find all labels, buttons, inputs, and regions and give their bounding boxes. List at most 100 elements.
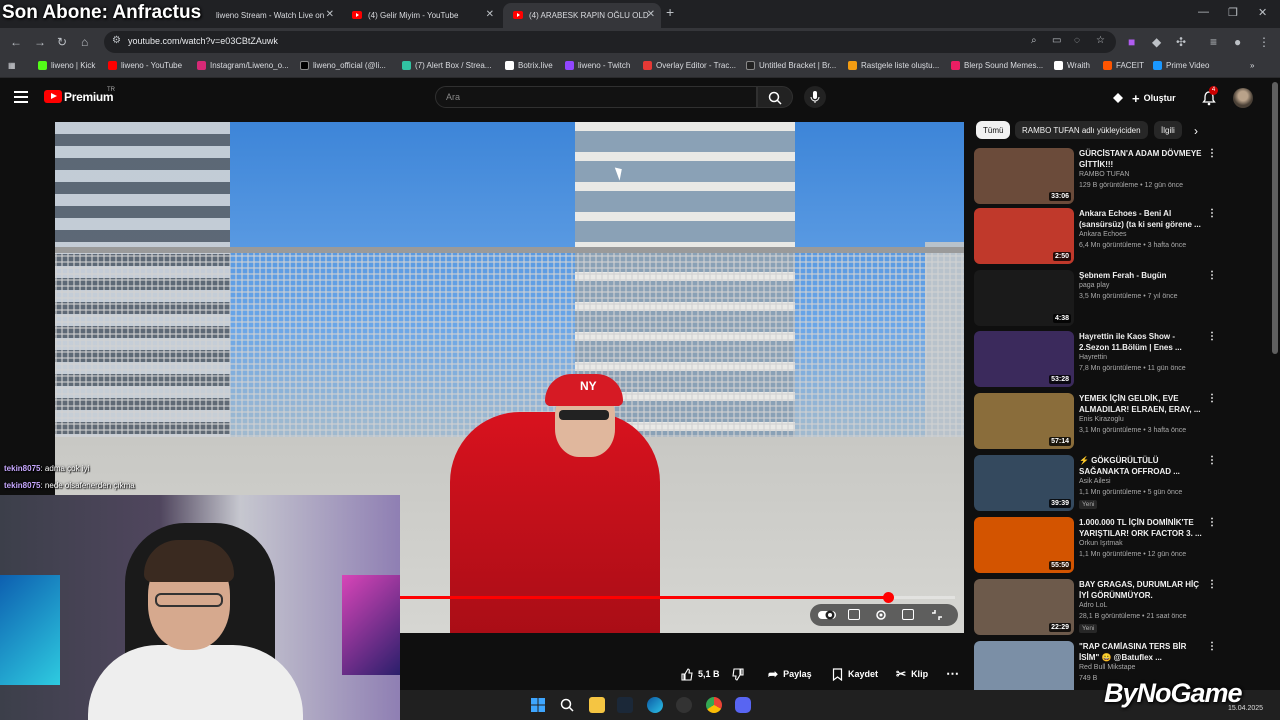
miniplayer-icon[interactable] <box>902 609 914 620</box>
browser-tab-active[interactable]: (4) ARABESK RAPIN OĞLU OLD ✕ <box>503 3 661 28</box>
recommendation-card[interactable]: 57:14 YEMEK İÇİN GELDİK, EVE ALMADILAR! E… <box>974 393 1224 451</box>
video-title[interactable]: Hayrettin ile Kaos Show - 2.Sezon 11.Böl… <box>1079 331 1204 353</box>
kebab-menu-icon[interactable]: ⋮ <box>1207 148 1217 159</box>
apps-grid-icon[interactable]: ▦ <box>8 61 16 70</box>
settings-gear-icon[interactable] <box>874 608 888 622</box>
more-actions-icon[interactable]: ⋯ <box>946 664 959 684</box>
bookmark-item[interactable]: Wraith <box>1054 61 1090 70</box>
steam-icon[interactable] <box>617 697 633 713</box>
voice-search-button[interactable] <box>804 86 826 108</box>
profile-icon[interactable]: ● <box>1234 35 1241 49</box>
channel-name[interactable]: Ankara Echoes <box>1079 231 1126 238</box>
new-tab-button[interactable]: + <box>666 4 674 20</box>
extensions-puzzle-icon[interactable]: ✣ <box>1176 35 1186 49</box>
bookmark-item[interactable]: FACEIT <box>1103 61 1144 70</box>
file-explorer-icon[interactable] <box>589 697 605 713</box>
channel-name[interactable]: paga play <box>1079 282 1109 289</box>
recommendation-card[interactable]: 55:50 1.000.000 TL İÇİN DOMİNİK'TE YARIŞT… <box>974 517 1224 575</box>
chrome-icon[interactable] <box>706 697 722 713</box>
eye-off-icon[interactable]: ◌ <box>1074 35 1080 46</box>
back-icon[interactable]: ← <box>10 35 22 49</box>
bookmark-item[interactable]: Blerp Sound Memes... <box>951 61 1043 70</box>
bookmark-item[interactable]: Instagram/Liweno_o... <box>197 61 289 70</box>
home-icon[interactable]: ⌂ <box>81 35 88 49</box>
kebab-menu-icon[interactable]: ⋮ <box>1207 208 1217 219</box>
search-input[interactable]: Ara <box>435 86 757 108</box>
more-bookmarks-icon[interactable]: » <box>1250 61 1254 70</box>
recommendation-card[interactable]: 39:39 ⚡ GÖKGÜRÜLTÜLÜ SAĞANAKTA OFFROAD ..… <box>974 455 1224 513</box>
progress-scrubber-handle[interactable] <box>883 592 894 603</box>
close-tab-icon[interactable]: ✕ <box>647 9 655 20</box>
bookmark-item[interactable]: (7) Alert Box / Strea... <box>402 61 491 70</box>
share-button[interactable]: ➦ Paylaş <box>768 664 812 684</box>
channel-name[interactable]: Hayrettin <box>1079 354 1107 361</box>
forward-icon[interactable]: → <box>34 35 46 49</box>
youtube-logo-icon[interactable] <box>44 90 62 103</box>
autoplay-toggle-icon[interactable] <box>818 609 836 621</box>
bookmark-star-icon[interactable]: ☆ <box>1096 35 1105 46</box>
account-avatar[interactable] <box>1233 88 1253 108</box>
app-icon[interactable] <box>676 697 692 713</box>
channel-name[interactable]: RAMBO TUFAN <box>1079 171 1129 178</box>
recommendation-card[interactable]: 4:38 Şebnem Ferah - Bugün paga play 3,5 Mn … <box>974 270 1224 328</box>
kebab-menu-icon[interactable]: ⋮ <box>1258 35 1270 49</box>
site-info-icon[interactable]: ⚙ <box>112 35 121 46</box>
channel-name[interactable]: Orkun Işıtmak <box>1079 540 1123 547</box>
bookmark-item[interactable]: liweno_official (@li... <box>300 61 386 70</box>
video-title[interactable]: Ankara Echoes - Beni Al (sansürsüz) (ta … <box>1079 208 1204 230</box>
video-title[interactable]: Şebnem Ferah - Bugün <box>1079 270 1204 281</box>
maximize-button[interactable]: ❐ <box>1228 6 1238 19</box>
channel-name[interactable]: Asik Ailesi <box>1079 478 1111 485</box>
close-tab-icon[interactable]: ✕ <box>486 9 494 20</box>
progress-bar-played[interactable] <box>400 596 888 599</box>
close-window-button[interactable]: ✕ <box>1258 6 1267 19</box>
recommendation-card[interactable]: 2:50 Ankara Echoes - Beni Al (sansürsüz) … <box>974 208 1224 266</box>
dislike-button[interactable] <box>732 664 745 684</box>
bookmark-item[interactable]: Untitled Bracket | Br... <box>746 61 836 70</box>
video-thumbnail[interactable]: 57:14 <box>974 393 1074 449</box>
url-text[interactable]: youtube.com/watch?v=e03CBtZAuwk <box>128 36 278 46</box>
extension-icon[interactable] <box>1110 90 1126 106</box>
video-title[interactable]: GÜRCİSTAN'A ADAM DÖVMEYE GİTTİK!!! <box>1079 148 1204 170</box>
close-tab-icon[interactable]: ✕ <box>326 9 334 20</box>
clip-button[interactable]: ✂ Klip <box>896 664 928 684</box>
fullscreen-exit-icon[interactable] <box>930 608 944 622</box>
kebab-menu-icon[interactable]: ⋮ <box>1207 270 1217 281</box>
recommendation-card[interactable]: 22:29 BAY GRAGAS, DURUMLAR HİÇ İYİ GÖRÜNM… <box>974 579 1224 637</box>
channel-name[interactable]: Enis Kirazoglu <box>1079 416 1124 423</box>
video-title[interactable]: ⚡ GÖKGÜRÜLTÜLÜ SAĞANAKTA OFFROAD ... <box>1079 455 1204 477</box>
reload-icon[interactable]: ↻ <box>57 35 67 49</box>
chip-all[interactable]: Tümü <box>976 121 1011 139</box>
bookmark-item[interactable]: Botrix.live <box>505 61 553 70</box>
page-scrollbar[interactable] <box>1272 82 1278 354</box>
bookmark-item[interactable]: liweno | Kick <box>38 61 95 70</box>
search-button[interactable] <box>757 86 793 108</box>
video-thumbnail[interactable]: 4:38 <box>974 270 1074 326</box>
recommendation-card[interactable]: 33:06 GÜRCİSTAN'A ADAM DÖVMEYE GİTTİK!!! R… <box>974 148 1224 206</box>
video-thumbnail[interactable]: 2:50 <box>974 208 1074 264</box>
video-title[interactable]: 1.000.000 TL İÇİN DOMİNİK'TE YARIŞTILAR!… <box>1079 517 1204 539</box>
reading-list-icon[interactable]: ≡ <box>1210 35 1217 49</box>
bookmark-item[interactable]: liweno - Twitch <box>565 61 630 70</box>
bookmark-item[interactable]: Prime Video <box>1153 61 1209 70</box>
channel-name[interactable]: Red Bull Mikstape <box>1079 664 1135 671</box>
video-title[interactable]: "RAP CAMİASINA TERS BİR İSİM" 😀 @Batufle… <box>1079 641 1204 663</box>
bookmark-item[interactable]: liweno - YouTube <box>108 61 182 70</box>
hamburger-menu-icon[interactable] <box>14 91 28 103</box>
extension-icon[interactable]: ■ <box>1128 35 1135 49</box>
kebab-menu-icon[interactable]: ⋮ <box>1207 393 1217 404</box>
video-thumbnail[interactable]: 53:28 <box>974 331 1074 387</box>
video-thumbnail[interactable] <box>974 641 1074 697</box>
video-thumbnail[interactable]: 22:29 <box>974 579 1074 635</box>
create-button[interactable]: + Oluştur <box>1132 88 1176 108</box>
video-thumbnail[interactable]: 39:39 <box>974 455 1074 511</box>
cast-icon[interactable]: ▭ <box>1052 35 1061 46</box>
video-thumbnail[interactable]: 33:06 <box>974 148 1074 204</box>
edge-browser-icon[interactable] <box>647 697 663 713</box>
save-button[interactable]: Kaydet <box>832 664 878 684</box>
bookmark-item[interactable]: Overlay Editor - Trac... <box>643 61 736 70</box>
browser-tab[interactable]: liweno Stream - Watch Live on ✕ <box>190 3 340 28</box>
discord-icon[interactable] <box>735 697 751 713</box>
video-thumbnail[interactable]: 55:50 <box>974 517 1074 573</box>
channel-name[interactable]: Adro LoL <box>1079 602 1107 609</box>
